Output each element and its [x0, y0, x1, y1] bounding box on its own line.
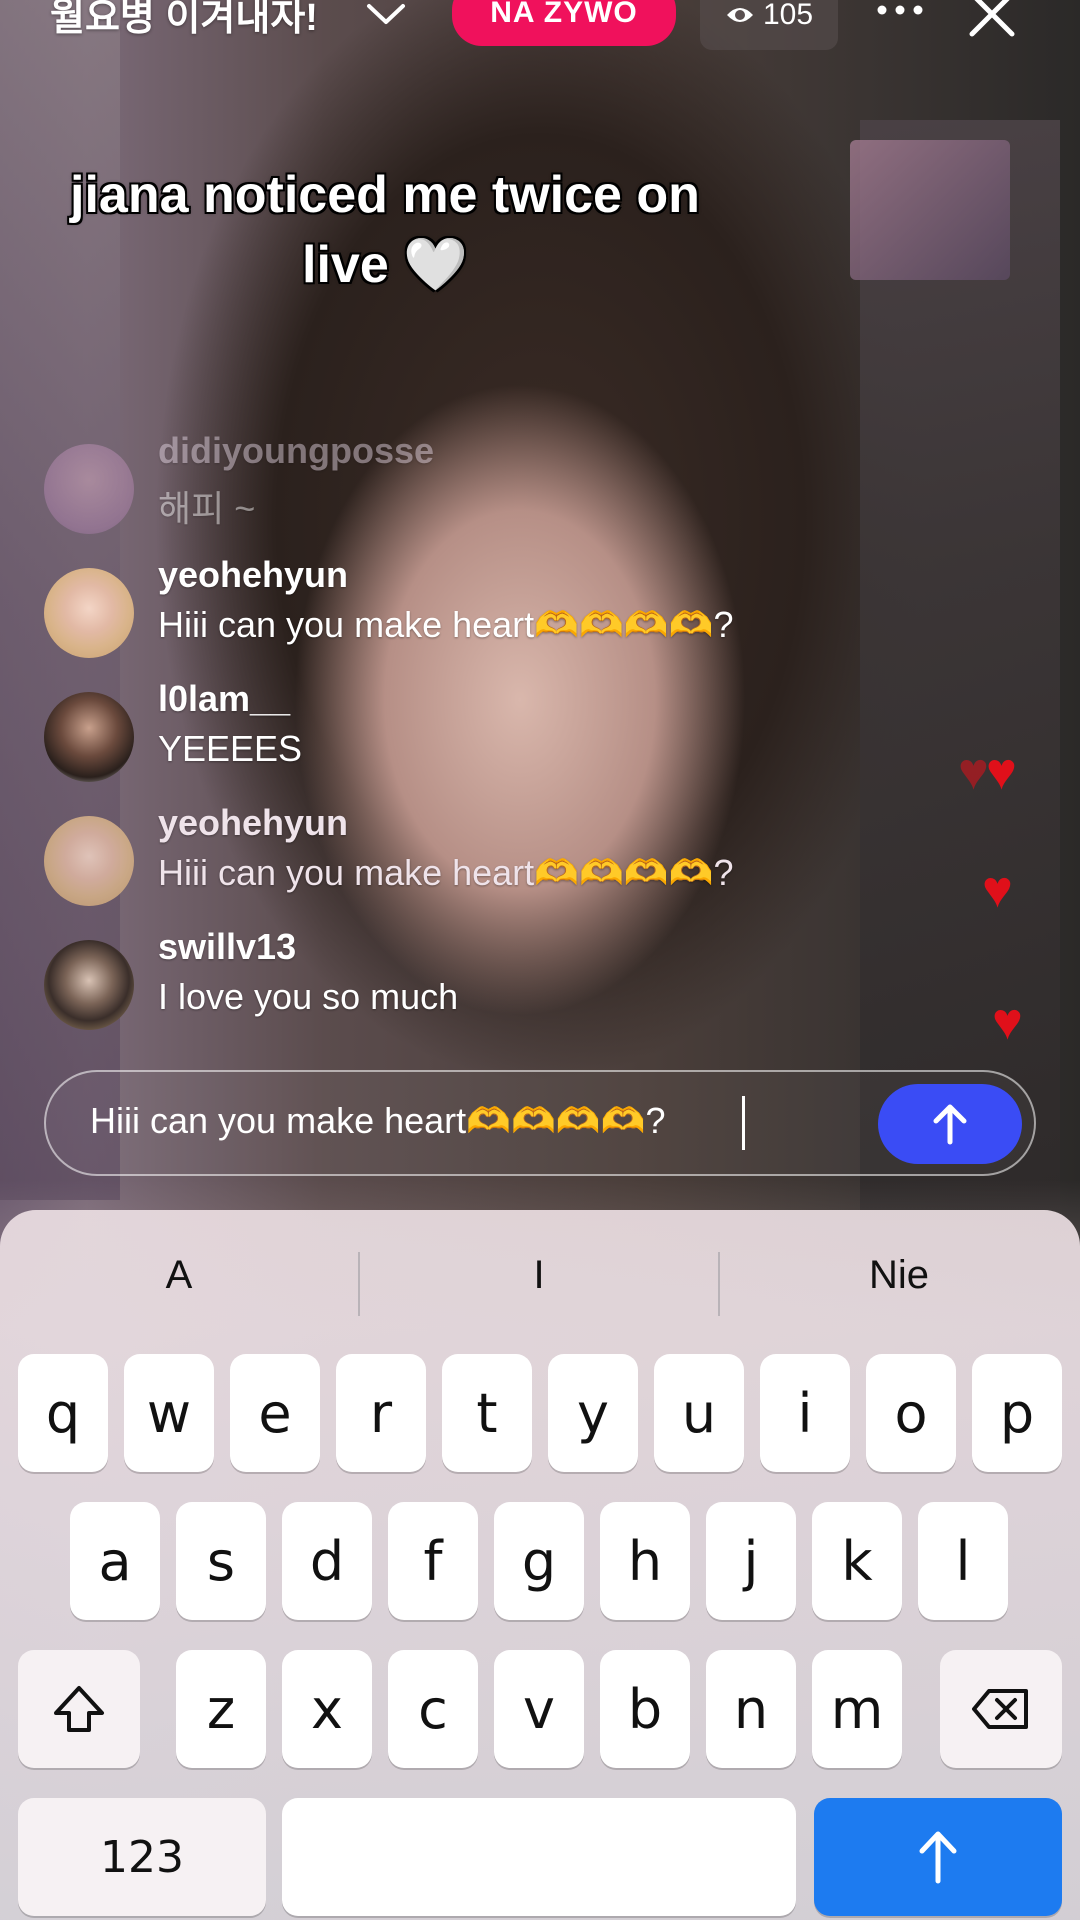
key-e[interactable]: e [230, 1354, 320, 1472]
key-m[interactable]: m [812, 1650, 902, 1768]
key-n[interactable]: n [706, 1650, 796, 1768]
space-key[interactable] [282, 1798, 796, 1916]
key-x[interactable]: x [282, 1650, 372, 1768]
arrow-up-icon [933, 1104, 967, 1145]
key-z[interactable]: z [176, 1650, 266, 1768]
backspace-key[interactable] [940, 1650, 1062, 1768]
key-f[interactable]: f [388, 1502, 478, 1620]
comment-message: YEEEES [158, 728, 303, 769]
return-key[interactable] [814, 1798, 1062, 1916]
key-w[interactable]: w [124, 1354, 214, 1472]
key-t[interactable]: t [442, 1354, 532, 1472]
key-l[interactable]: l [918, 1502, 1008, 1620]
comment-input[interactable]: Hiii can you make heart🫶🫶🫶🫶? [44, 1070, 1036, 1176]
eye-icon [726, 8, 753, 22]
stream-title[interactable]: 월요병 이겨내자! [50, 0, 318, 41]
key-r[interactable]: r [336, 1354, 426, 1472]
comment-item: swillv13 I love you so much [44, 926, 944, 1050]
key-s[interactable]: s [176, 1502, 266, 1620]
key-o[interactable]: o [866, 1354, 956, 1472]
arrow-up-icon [919, 1831, 957, 1884]
key-g[interactable]: g [494, 1502, 584, 1620]
heart-icon: ♥ [982, 861, 1013, 919]
avatar[interactable] [44, 940, 134, 1030]
key-a[interactable]: a [70, 1502, 160, 1620]
key-i[interactable]: i [760, 1354, 850, 1472]
suggestion-item[interactable]: Nie [720, 1240, 1078, 1310]
key-v[interactable]: v [494, 1650, 584, 1768]
suggestion-item[interactable]: I [360, 1240, 718, 1310]
heart-icon: ♥ [986, 743, 1017, 801]
avatar[interactable] [44, 692, 134, 782]
comment-message: I love you so much [158, 976, 459, 1017]
key-p[interactable]: p [972, 1354, 1062, 1472]
numbers-key-label: 123 [100, 1831, 184, 1883]
heart-icon: ♥ [958, 743, 989, 801]
comment-username[interactable]: l0lam__ [158, 678, 290, 720]
text-caret [742, 1096, 745, 1150]
on-screen-keyboard: A I Nie q w e r t y u i o p a s d f g h … [0, 1210, 1080, 1920]
comment-item: l0lam__ YEEEES [44, 678, 944, 802]
comment-item: yeohehyun Hiii can you make heart🫶🫶🫶🫶? [44, 554, 944, 678]
key-q[interactable]: q [18, 1354, 108, 1472]
numbers-key[interactable]: 123 [18, 1798, 266, 1916]
suggestion-bar: A I Nie [0, 1240, 1080, 1316]
key-y[interactable]: y [548, 1354, 638, 1472]
comment-input-text[interactable]: Hiii can you make heart🫶🫶🫶🫶? [90, 1100, 666, 1142]
top-bar: 월요병 이겨내자! NA ŻYWO 105 [0, 0, 1080, 56]
viewer-count-badge[interactable]: 105 [700, 0, 838, 50]
comment-item: didiyoungposse 해피 ~ [44, 430, 944, 554]
avatar[interactable] [44, 444, 134, 534]
more-options-icon[interactable] [870, 0, 930, 26]
comment-message: 해피 ~ [158, 488, 256, 529]
overlay-caption: jiana noticed me twice on live 🤍 [70, 166, 700, 294]
key-k[interactable]: k [812, 1502, 902, 1620]
comment-username[interactable]: swillv13 [158, 926, 296, 968]
comment-username[interactable]: yeohehyun [158, 554, 348, 596]
comment-username[interactable]: didiyoungposse [158, 430, 434, 472]
comment-item: yeohehyun Hiii can you make heart🫶🫶🫶🫶? [44, 802, 944, 926]
chevron-down-icon[interactable] [365, 0, 407, 28]
send-button[interactable] [878, 1084, 1022, 1164]
key-c[interactable]: c [388, 1650, 478, 1768]
comment-message: Hiii can you make heart🫶🫶🫶🫶? [158, 852, 734, 893]
shift-key[interactable] [18, 1650, 140, 1768]
key-h[interactable]: h [600, 1502, 690, 1620]
viewer-count: 105 [762, 0, 814, 31]
close-icon[interactable] [962, 0, 1022, 40]
key-u[interactable]: u [654, 1354, 744, 1472]
key-b[interactable]: b [600, 1650, 690, 1768]
avatar[interactable] [44, 568, 134, 658]
shift-icon [54, 1686, 104, 1732]
heart-icon: ♥ [992, 993, 1023, 1051]
key-d[interactable]: d [282, 1502, 372, 1620]
avatar[interactable] [44, 816, 134, 906]
backspace-icon [972, 1689, 1028, 1729]
comment-message: Hiii can you make heart🫶🫶🫶🫶? [158, 604, 734, 645]
live-badge: NA ŻYWO [452, 0, 676, 46]
comment-list[interactable]: didiyoungposse 해피 ~ yeohehyun Hiii can y… [44, 430, 944, 1050]
comment-username[interactable]: yeohehyun [158, 802, 348, 844]
key-j[interactable]: j [706, 1502, 796, 1620]
background-poster [850, 140, 1010, 280]
suggestion-item[interactable]: A [0, 1240, 358, 1310]
